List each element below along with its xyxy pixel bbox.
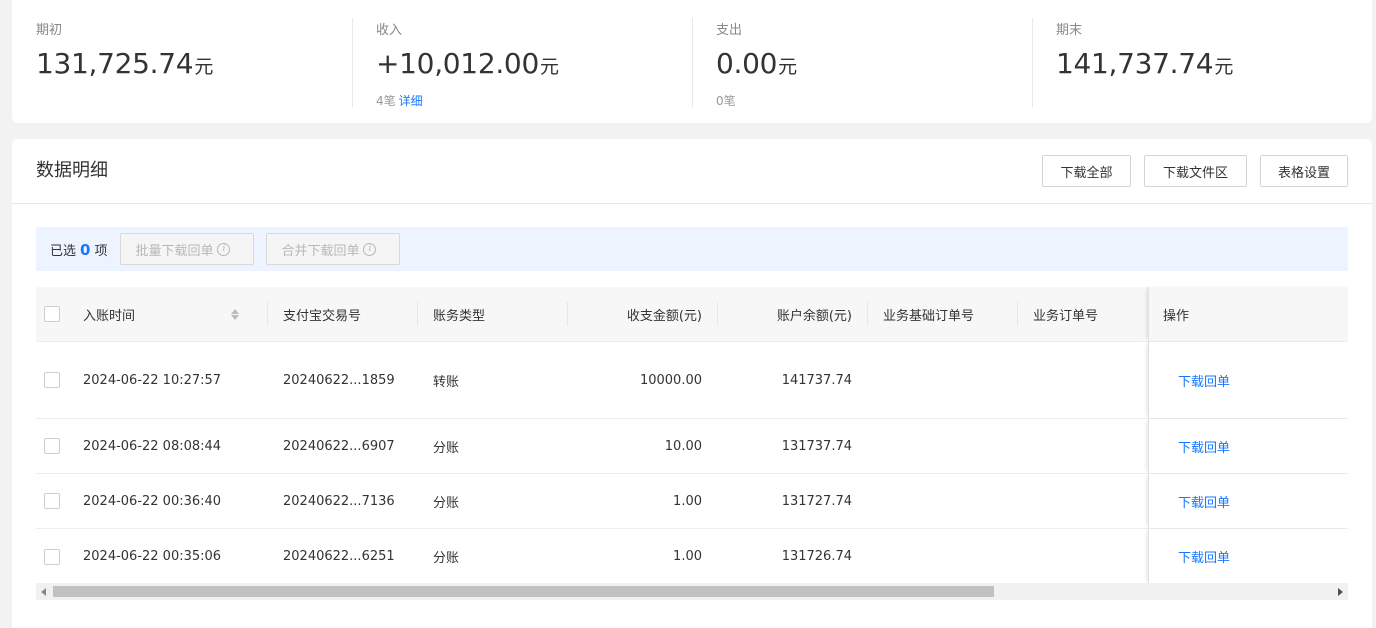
row-checkbox[interactable] bbox=[44, 372, 60, 388]
cell-amount: 1.00 bbox=[673, 549, 702, 564]
stat-unit: 元 bbox=[539, 56, 559, 78]
table-settings-button[interactable]: 表格设置 bbox=[1260, 155, 1348, 187]
column-header-trade-no: 支付宝交易号 bbox=[283, 308, 362, 324]
stat-label: 期初 bbox=[36, 23, 63, 38]
column-header-time[interactable]: 入账时间 bbox=[83, 287, 253, 341]
cell-time: 2024-06-22 00:35:06 bbox=[83, 549, 222, 564]
cell-trade-no: 20240622...6907 bbox=[283, 438, 395, 454]
download-receipt-link[interactable]: 下载回单 bbox=[1163, 371, 1230, 390]
cell-type: 转账 bbox=[433, 374, 460, 390]
scrollbar-thumb[interactable] bbox=[53, 586, 994, 597]
expense-count: 0笔 bbox=[716, 94, 736, 108]
stat-unit: 元 bbox=[1214, 56, 1234, 78]
cell-type: 分账 bbox=[433, 551, 460, 566]
stat-expense: 支出 0.00 元 0笔 bbox=[692, 0, 1032, 123]
download-receipt-link[interactable]: 下载回单 bbox=[1163, 492, 1230, 511]
scroll-right-icon[interactable] bbox=[1338, 588, 1343, 596]
table-row: 2024-06-22 10:27:57 20240622...1859 转账 1… bbox=[36, 342, 1348, 419]
cell-base-order bbox=[883, 342, 1013, 418]
column-header-action: 操作 bbox=[1163, 308, 1190, 324]
stat-value: 131,725.74 bbox=[36, 47, 194, 80]
detail-header: 数据明细 下载全部 下载文件区 表格设置 bbox=[12, 139, 1372, 204]
cell-balance: 131737.74 bbox=[781, 438, 852, 454]
cell-balance: 131727.74 bbox=[781, 493, 852, 509]
selection-count: 0 bbox=[80, 240, 91, 259]
cell-base-order bbox=[883, 474, 1013, 528]
column-header-balance: 账户余额(元) bbox=[776, 308, 852, 324]
cell-time: 2024-06-22 00:36:40 bbox=[83, 493, 222, 509]
merge-download-receipt-button[interactable]: 合并下载回单 i bbox=[266, 233, 401, 265]
cell-amount: 10000.00 bbox=[639, 372, 702, 388]
cell-time: 2024-06-22 10:27:57 bbox=[83, 372, 222, 388]
cell-type: 分账 bbox=[433, 440, 460, 456]
stat-closing: 期末 141,737.74 元 bbox=[1032, 0, 1372, 123]
cell-order bbox=[1033, 474, 1153, 528]
stat-label: 期末 bbox=[1056, 23, 1083, 38]
stat-value: 0.00 bbox=[716, 47, 778, 80]
detail-title: 数据明细 bbox=[36, 160, 108, 181]
sort-icon[interactable] bbox=[231, 308, 239, 320]
info-icon[interactable]: i bbox=[217, 242, 231, 256]
stat-value: +10,012.00 bbox=[376, 47, 539, 80]
cell-order bbox=[1033, 419, 1153, 473]
stat-value: 141,737.74 bbox=[1056, 47, 1214, 80]
cell-time: 2024-06-22 08:08:44 bbox=[83, 438, 222, 454]
merge-download-label: 合并下载回单 bbox=[281, 243, 360, 259]
cell-order bbox=[1033, 529, 1153, 584]
horizontal-scrollbar[interactable] bbox=[36, 583, 1348, 600]
summary-card: 期初 131,725.74 元 收入 +10,012.00 元 4笔 详细 支出 … bbox=[12, 0, 1372, 123]
scroll-left-icon[interactable] bbox=[41, 588, 46, 596]
batch-download-label: 批量下载回单 bbox=[135, 243, 214, 259]
column-header-order: 业务订单号 bbox=[1033, 308, 1099, 324]
income-detail-link[interactable]: 详细 bbox=[399, 94, 423, 108]
info-icon[interactable]: i bbox=[363, 242, 377, 256]
table-row: 2024-06-22 00:36:40 20240622...7136 分账 1… bbox=[36, 474, 1348, 529]
column-header-amount: 收支金额(元) bbox=[626, 308, 702, 324]
row-checkbox[interactable] bbox=[44, 493, 60, 509]
stat-label: 收入 bbox=[376, 23, 403, 38]
selection-prefix: 已选 bbox=[50, 243, 77, 259]
selection-bar: 已选 0 项 批量下载回单 i 合并下载回单 i bbox=[36, 227, 1348, 271]
cell-type: 分账 bbox=[433, 495, 460, 511]
select-all-checkbox[interactable] bbox=[44, 306, 60, 322]
column-header-time-label: 入账时间 bbox=[83, 308, 136, 324]
stat-income: 收入 +10,012.00 元 4笔 详细 bbox=[352, 0, 692, 123]
row-checkbox[interactable] bbox=[44, 438, 60, 454]
stat-unit: 元 bbox=[778, 56, 798, 78]
column-header-type: 账务类型 bbox=[433, 308, 486, 324]
cell-balance: 141737.74 bbox=[781, 372, 852, 388]
download-receipt-link[interactable]: 下载回单 bbox=[1163, 547, 1230, 566]
cell-base-order bbox=[883, 529, 1013, 584]
cell-amount: 1.00 bbox=[673, 493, 702, 509]
column-header-base-order: 业务基础订单号 bbox=[883, 308, 975, 324]
download-receipt-link[interactable]: 下载回单 bbox=[1163, 437, 1230, 456]
cell-order bbox=[1033, 342, 1153, 418]
stat-unit: 元 bbox=[194, 56, 214, 78]
table-row: 2024-06-22 08:08:44 20240622...6907 分账 1… bbox=[36, 419, 1348, 474]
download-all-button[interactable]: 下载全部 bbox=[1042, 155, 1131, 187]
selection-summary: 已选 0 项 bbox=[50, 240, 107, 259]
stat-opening: 期初 131,725.74 元 bbox=[12, 0, 352, 123]
table-header-row: 入账时间 支付宝交易号 账务类型 收支金额(元) 账户余额(元) 业务基础订单号… bbox=[36, 287, 1348, 342]
cell-trade-no: 20240622...1859 bbox=[283, 372, 395, 388]
download-file-area-button[interactable]: 下载文件区 bbox=[1144, 155, 1247, 187]
income-count: 4笔 bbox=[376, 94, 396, 108]
stat-label: 支出 bbox=[716, 23, 743, 38]
cell-trade-no: 20240622...7136 bbox=[283, 493, 395, 509]
selection-suffix: 项 bbox=[94, 243, 108, 259]
cell-base-order bbox=[883, 419, 1013, 473]
detail-card: 数据明细 下载全部 下载文件区 表格设置 已选 0 项 批量下载回单 i 合并下… bbox=[12, 139, 1372, 628]
row-checkbox[interactable] bbox=[44, 548, 60, 565]
batch-download-receipt-button[interactable]: 批量下载回单 i bbox=[120, 233, 255, 265]
data-table: 入账时间 支付宝交易号 账务类型 收支金额(元) 账户余额(元) 业务基础订单号… bbox=[36, 287, 1348, 584]
cell-balance: 131726.74 bbox=[781, 549, 852, 564]
cell-trade-no: 20240622...6251 bbox=[283, 549, 395, 564]
table-row: 2024-06-22 00:35:06 20240622...6251 分账 1… bbox=[36, 529, 1348, 584]
cell-amount: 10.00 bbox=[664, 438, 702, 454]
